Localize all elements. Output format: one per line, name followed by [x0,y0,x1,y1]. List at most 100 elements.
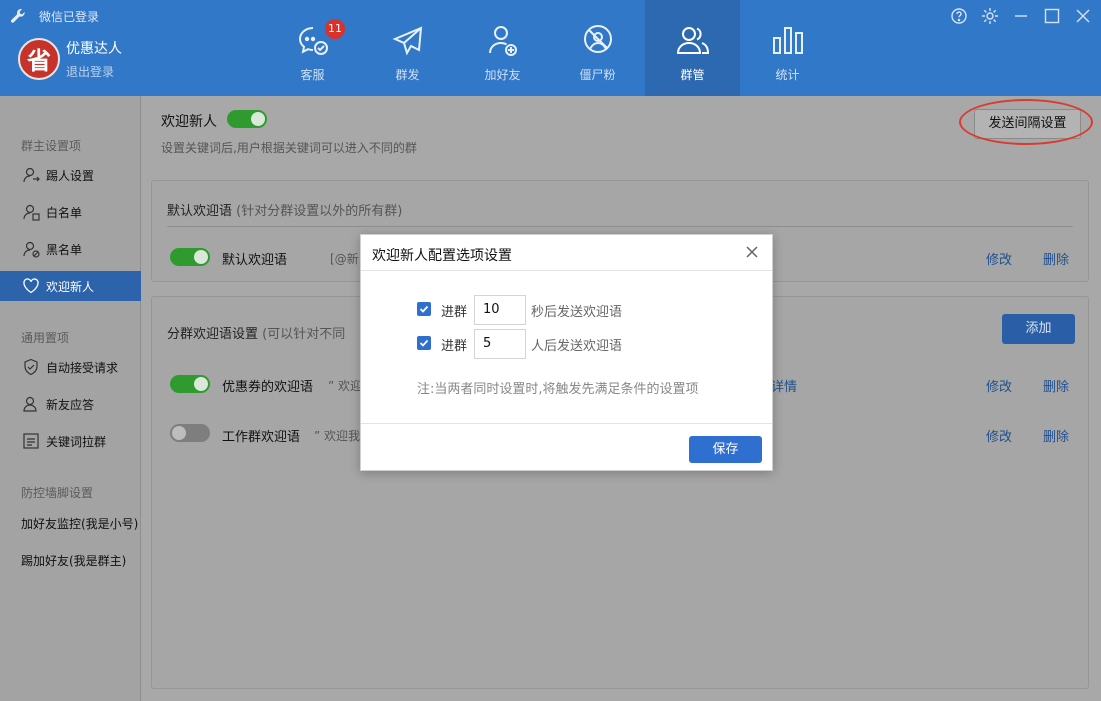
card-title-text: 分群欢迎语设置 [167,327,259,342]
wrench-icon[interactable] [10,8,26,24]
unread-badge: 11 [325,19,345,39]
card-title-text: 默认欢迎语 [167,204,233,219]
heart-icon [23,278,39,294]
add-button[interactable]: 添加 [1002,314,1075,344]
delete-link[interactable]: 删除 [1043,249,1069,268]
sidebar-group-owner-settings: 群主设置项 [21,139,82,153]
group-icon [676,27,710,54]
checkmark-icon [419,339,429,347]
sidebar-item-label: 踢人设置 [46,168,95,183]
close-icon[interactable] [742,242,762,262]
sidebar-item-blacklist[interactable]: 黑名单 [0,234,141,264]
sidebar-item-label: 黑名单 [46,242,83,257]
paper-plane-icon [392,26,423,56]
sidebar-group-anti-poach: 防控墙脚设置 [21,486,94,500]
minimize-icon[interactable] [1011,6,1031,26]
nav-tab-broadcast[interactable]: 群发 [360,0,455,96]
close-window-icon[interactable] [1073,6,1093,26]
page-description: 设置关键词后,用户根据关键词可以进入不同的群 [161,141,417,155]
edit-link[interactable]: 修改 [986,376,1012,395]
shield-check-icon [24,358,38,376]
sidebar-item-kick-add-friend[interactable]: 踢加好友(我是群主) [21,552,126,569]
nav-tab-label: 群发 [395,68,420,82]
page-title: 欢迎新人 [161,114,217,130]
edit-link[interactable]: 修改 [986,426,1012,445]
sidebar-item-new-friend-reply[interactable]: 新友应答 [0,389,141,419]
bar-chart-icon [773,27,803,54]
sidebar-item-add-friend-monitor[interactable]: 加好友监控(我是小号) [21,515,138,532]
members-label: 进群 [441,339,468,354]
seconds-checkbox[interactable] [417,302,431,316]
sidebar-item-label: 新友应答 [46,397,95,412]
zombie-fan-icon [584,25,612,53]
row-text: ” 欢迎 [328,379,363,393]
welcome-config-dialog: 欢迎新人配置选项设置 进群 10 秒后发送欢迎语 进群 5 人后发送欢迎语 注:… [360,234,773,471]
group-welcome-toggle[interactable] [170,424,210,442]
row-name: 优惠券的欢迎语 [222,380,314,395]
members-suffix: 人后发送欢迎语 [531,339,623,354]
row-name: 默认欢迎语 [222,253,288,268]
nav-tab-statistics[interactable]: 统计 [740,0,835,96]
nav-tab-label: 僵尸粉 [579,68,616,82]
blacklist-user-icon [23,241,40,258]
nav-tab-add-friend[interactable]: 加好友 [455,0,550,96]
row-name: 工作群欢迎语 [222,430,301,445]
whitelist-user-icon [23,204,40,221]
welcome-toggle[interactable] [227,110,267,128]
seconds-suffix: 秒后发送欢迎语 [531,305,623,320]
sidebar-item-welcome-new[interactable]: 欢迎新人 [0,271,141,301]
annotation-circle [959,99,1093,145]
nav-tab-customer-service[interactable]: 11 客服 [265,0,360,96]
user-reply-icon [23,396,37,412]
divider [361,423,772,424]
sidebar-item-keyword-invite[interactable]: 关键词拉群 [0,426,141,456]
add-user-icon [489,26,517,56]
seconds-input[interactable]: 10 [474,295,526,325]
main-nav: 11 客服 群发 加好友 僵尸粉 群管 统计 [265,0,835,96]
card-title-sub: (可以针对不同 [262,327,346,342]
logout-link[interactable]: 退出登录 [66,63,114,80]
row-text: ” 欢迎我 [314,429,361,443]
sidebar-item-label: 白名单 [46,205,83,220]
sidebar-group-general: 通用置项 [21,331,70,345]
nav-tab-group-management[interactable]: 群管 [645,0,740,96]
members-input[interactable]: 5 [474,329,526,359]
title-bar: 微信已登录 省 优惠达人 退出登录 11 客服 群发 加好友 僵尸粉 群管 统计 [0,0,1101,96]
card-title: 分群欢迎语设置 (可以针对不同 [167,323,345,342]
nav-tab-label: 客服 [300,68,325,82]
group-welcome-toggle[interactable] [170,375,210,393]
default-welcome-toggle[interactable] [170,248,210,266]
maximize-icon[interactable] [1042,6,1062,26]
nav-tab-zombie-fans[interactable]: 僵尸粉 [550,0,645,96]
sidebar-item-whitelist[interactable]: 白名单 [0,197,141,227]
sidebar-item-kick-settings[interactable]: 踢人设置 [0,160,141,190]
nav-tab-label: 群管 [680,68,705,82]
edit-link[interactable]: 修改 [986,249,1012,268]
username: 优惠达人 [66,41,122,57]
sidebar-item-auto-accept[interactable]: 自动接受请求 [0,352,141,382]
dialog-header: 欢迎新人配置选项设置 [361,235,772,271]
settings-icon[interactable] [980,6,1000,26]
card-title: 默认欢迎语 (针对分群设置以外的所有群) [167,200,402,219]
card-title-sub: (针对分群设置以外的所有群) [236,204,403,219]
checkmark-icon [419,305,429,313]
seconds-label: 进群 [441,305,468,320]
keyword-list-icon [23,433,39,449]
save-button[interactable]: 保存 [689,436,762,463]
sidebar-item-label: 自动接受请求 [46,360,119,375]
members-checkbox[interactable] [417,336,431,350]
sidebar: 群主设置项 踢人设置 白名单 黑名单 欢迎新人 通用置项 自动接受请求 新友应答… [0,96,141,701]
kick-user-icon [23,167,40,183]
dialog-note: 注:当两者同时设置时,将触发先满足条件的设置项 [417,382,699,397]
dialog-title: 欢迎新人配置选项设置 [372,248,512,264]
sidebar-item-label: 关键词拉群 [46,434,107,449]
avatar[interactable]: 省 [18,38,60,80]
nav-tab-label: 加好友 [484,68,521,82]
delete-link[interactable]: 删除 [1043,426,1069,445]
help-icon[interactable] [949,6,969,26]
login-status: 微信已登录 [39,10,100,24]
row-text: [@新 [330,252,359,266]
nav-tab-label: 统计 [775,68,800,82]
detail-link[interactable]: 详情 [771,376,797,395]
delete-link[interactable]: 删除 [1043,376,1069,395]
